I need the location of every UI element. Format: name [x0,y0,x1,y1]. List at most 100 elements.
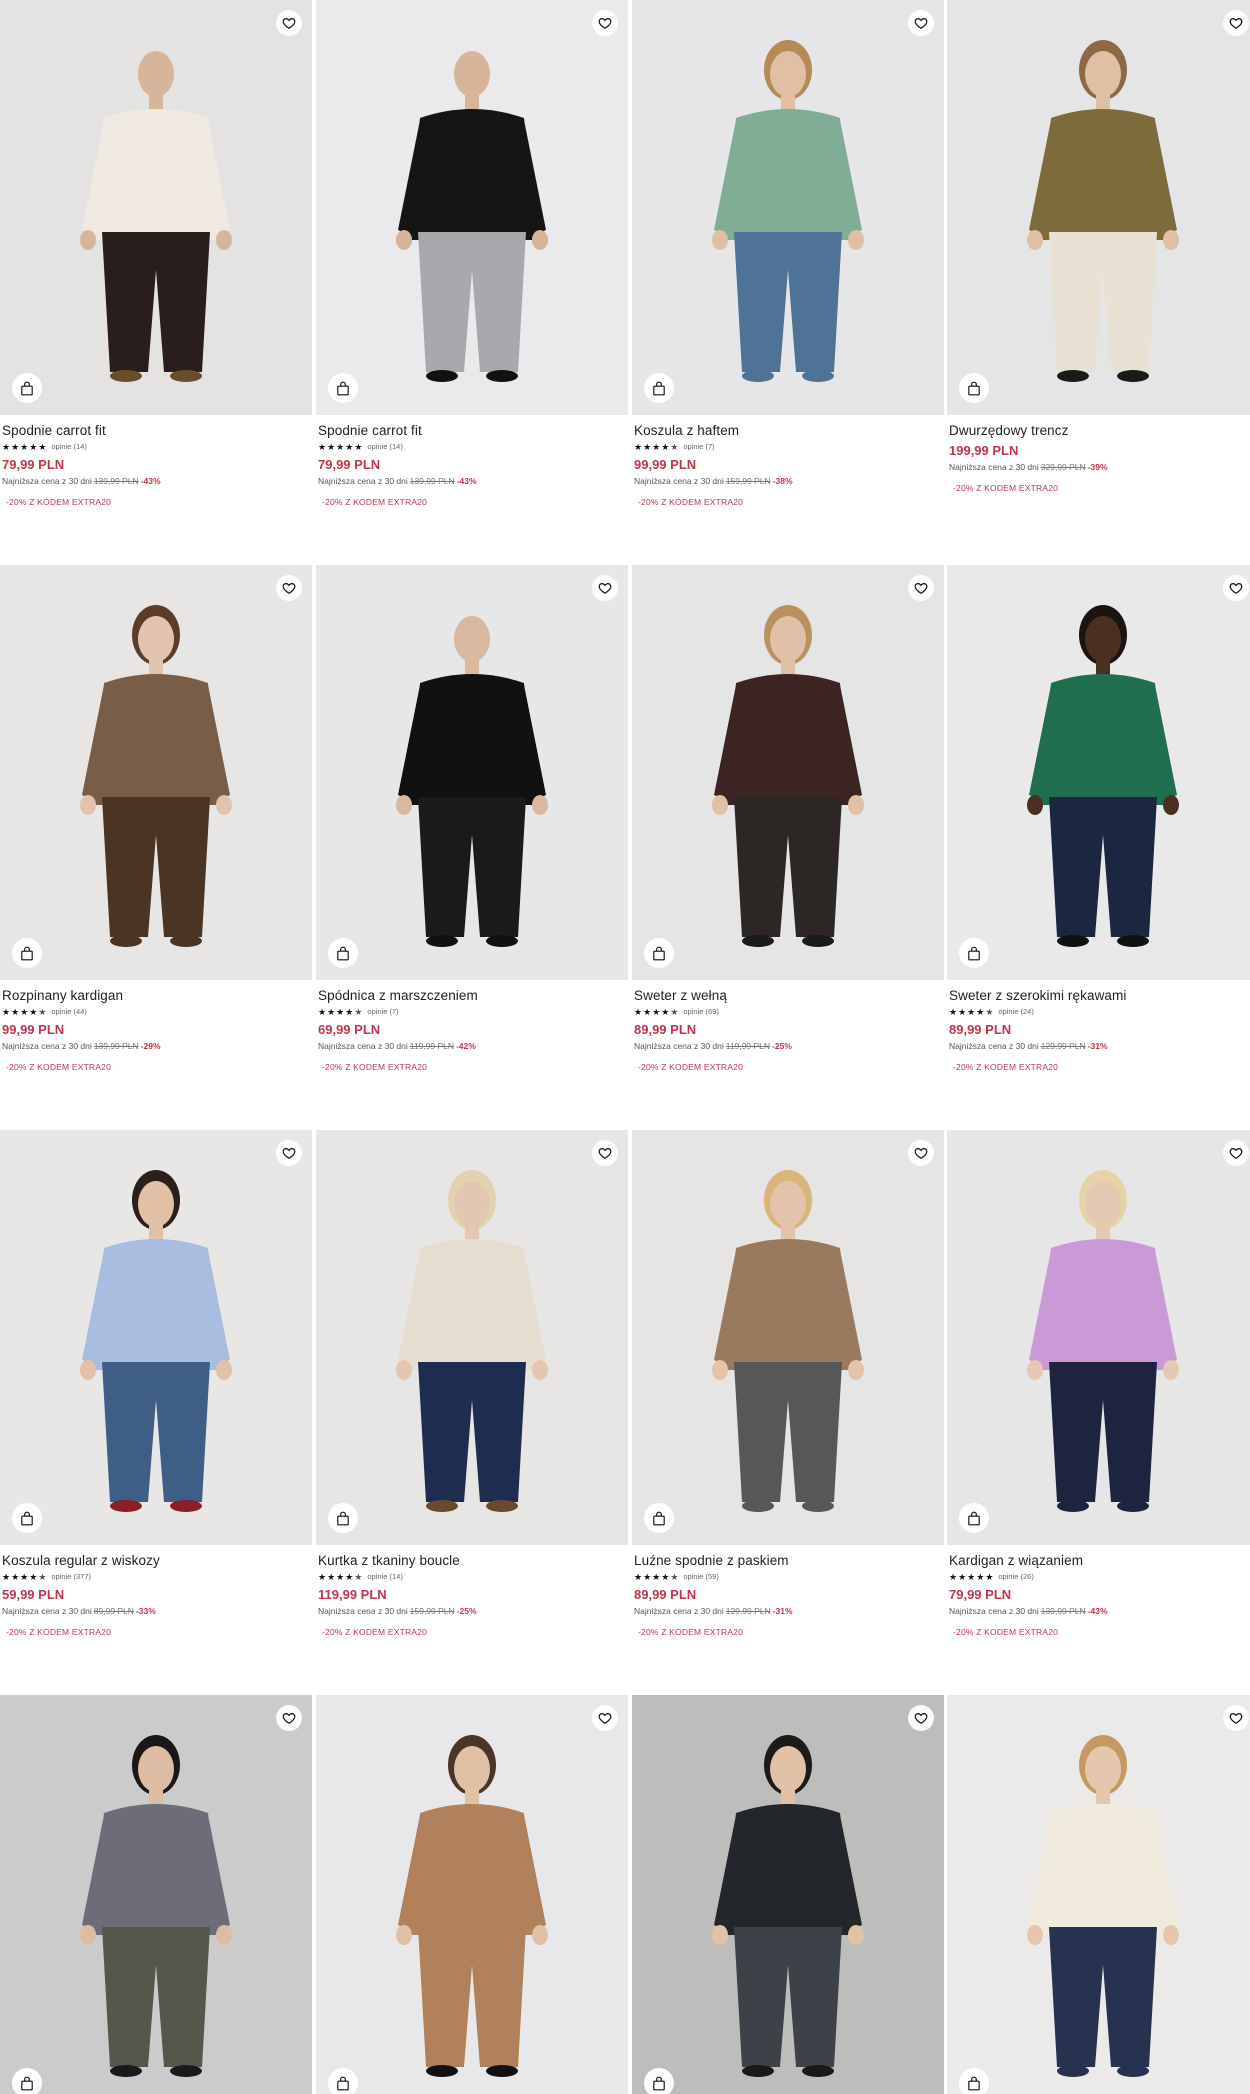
add-to-bag-icon[interactable] [12,2068,42,2094]
product-info: Koszula regular z wiskozy ★ ★ ★ ★ ★ opinie (37… [0,1545,312,1638]
wishlist-heart-icon[interactable] [276,575,302,601]
review-count[interactable]: opinie (44) [51,1007,86,1016]
wishlist-heart-icon[interactable] [1223,1705,1249,1731]
review-count[interactable]: opinie (24) [998,1007,1033,1016]
wishlist-heart-icon[interactable] [1223,10,1249,36]
review-count[interactable]: opinie (7) [683,442,714,451]
wishlist-heart-icon[interactable] [1223,575,1249,601]
wishlist-heart-icon[interactable] [908,1705,934,1731]
product-title[interactable]: Spodnie carrot fit [2,422,312,439]
old-price: 139,99 PLN [93,1041,139,1051]
product-card[interactable] [316,1695,628,2094]
add-to-bag-icon[interactable] [12,373,42,403]
add-to-bag-icon[interactable] [12,1503,42,1533]
product-card[interactable]: Sweter z szerokimi rękawami ★ ★ ★ ★ ★ opinie (… [947,565,1250,1073]
add-to-bag-icon[interactable] [959,938,989,968]
wishlist-heart-icon[interactable] [592,1705,618,1731]
add-to-bag-icon[interactable] [644,373,674,403]
promo-code-text: -20% Z KODEM EXTRA20 [953,1062,1059,1072]
product-card[interactable]: Kurtka z tkaniny boucle ★ ★ ★ ★ ★ opinie (14) 1… [316,1130,628,1638]
product-image[interactable] [632,565,944,980]
product-image[interactable] [947,565,1250,980]
review-count[interactable]: opinie (69) [683,1007,718,1016]
product-title[interactable]: Rozpinany kardigan [2,987,312,1004]
old-price: 159,99 PLN [409,1606,455,1616]
product-image[interactable] [316,1695,628,2094]
add-to-bag-icon[interactable] [959,1503,989,1533]
add-to-bag-icon[interactable] [328,1503,358,1533]
product-card[interactable]: Rozpinany kardigan ★ ★ ★ ★ ★ opinie (44) 99,99 … [0,565,312,1073]
product-title[interactable]: Koszula z haftem [634,422,944,439]
review-count[interactable]: opinie (14) [367,1572,402,1581]
product-title[interactable]: Spódnica z marszczeniem [318,987,628,1004]
product-image[interactable] [316,0,628,415]
product-image[interactable] [316,565,628,980]
product-image[interactable] [0,1695,312,2094]
wishlist-heart-icon[interactable] [592,1140,618,1166]
product-card[interactable]: Dwurzędowy trencz 199,99 PLN Najniższa cen… [947,0,1250,494]
review-count[interactable]: opinie (377) [51,1572,91,1581]
review-count[interactable]: opinie (14) [367,442,402,451]
product-title[interactable]: Sweter z wełną [634,987,944,1004]
wishlist-heart-icon[interactable] [276,1140,302,1166]
product-card[interactable]: Spódnica z marszczeniem ★ ★ ★ ★ ★ opinie (7) 69… [316,565,628,1073]
product-image[interactable] [0,0,312,415]
product-card[interactable]: Kardigan z wiązaniem ★ ★ ★ ★ ★ opinie (26) 79,9… [947,1130,1250,1638]
product-image[interactable] [632,1130,944,1545]
product-card[interactable]: Sweter z wełną ★ ★ ★ ★ ★ opinie (69) 89,99 PLN N… [632,565,944,1073]
product-image[interactable] [947,0,1250,415]
wishlist-heart-icon[interactable] [276,1705,302,1731]
product-image[interactable] [947,1130,1250,1545]
product-title[interactable]: Sweter z szerokimi rękawami [949,987,1250,1004]
product-card[interactable] [0,1695,312,2094]
product-title[interactable]: Koszula regular z wiskozy [2,1552,312,1569]
add-to-bag-icon[interactable] [328,938,358,968]
product-title[interactable]: Luźne spodnie z paskiem [634,1552,944,1569]
product-rating: ★ ★ ★ ★ ★ opinie (14) [318,1570,628,1583]
add-to-bag-icon[interactable] [644,2068,674,2094]
promo-code-text: -20% Z KODEM EXTRA20 [953,483,1059,493]
product-price: 79,99 PLN [949,1587,1012,1602]
add-to-bag-icon[interactable] [644,1503,674,1533]
lowest-price-label: Najniższa cena z 30 dni [634,476,724,486]
product-card[interactable]: Spodnie carrot fit ★ ★ ★ ★ ★ opinie (14) 79,99 … [316,0,628,508]
review-count[interactable]: opinie (7) [367,1007,398,1016]
wishlist-heart-icon[interactable] [276,10,302,36]
promo-code-text: -20% Z KODEM EXTRA20 [638,497,744,507]
review-count[interactable]: opinie (14) [51,442,86,451]
rating-stars: ★ ★ ★ ★ ★ [634,1572,678,1582]
wishlist-heart-icon[interactable] [1223,1140,1249,1166]
product-title[interactable]: Dwurzędowy trencz [949,422,1250,439]
product-title[interactable]: Kardigan z wiązaniem [949,1552,1250,1569]
star-icon: ★ [29,1571,38,1582]
product-title[interactable]: Kurtka z tkaniny boucle [318,1552,628,1569]
product-card[interactable]: Koszula z haftem ★ ★ ★ ★ ★ opinie (7) 99,99 PLN… [632,0,944,508]
product-image[interactable] [0,565,312,980]
product-image[interactable] [947,1695,1250,2094]
product-card[interactable]: Koszula regular z wiskozy ★ ★ ★ ★ ★ opinie (37… [0,1130,312,1638]
add-to-bag-icon[interactable] [959,2068,989,2094]
product-card[interactable] [947,1695,1250,2094]
wishlist-heart-icon[interactable] [908,10,934,36]
wishlist-heart-icon[interactable] [908,575,934,601]
product-card[interactable]: Luźne spodnie z paskiem ★ ★ ★ ★ ★ opinie (59) 8… [632,1130,944,1638]
add-to-bag-icon[interactable] [644,938,674,968]
promo-code-text: -20% Z KODEM EXTRA20 [6,497,112,507]
add-to-bag-icon[interactable] [12,938,42,968]
product-image[interactable] [632,1695,944,2094]
add-to-bag-icon[interactable] [328,2068,358,2094]
wishlist-heart-icon[interactable] [592,575,618,601]
star-icon: ★ [670,1006,679,1017]
product-image[interactable] [0,1130,312,1545]
product-title[interactable]: Spodnie carrot fit [318,422,628,439]
add-to-bag-icon[interactable] [959,373,989,403]
wishlist-heart-icon[interactable] [592,10,618,36]
product-card[interactable] [632,1695,944,2094]
add-to-bag-icon[interactable] [328,373,358,403]
product-card[interactable]: Spodnie carrot fit ★ ★ ★ ★ ★ opinie (14) 79,99 … [0,0,312,508]
wishlist-heart-icon[interactable] [908,1140,934,1166]
product-image[interactable] [632,0,944,415]
review-count[interactable]: opinie (59) [683,1572,718,1581]
product-image[interactable] [316,1130,628,1545]
review-count[interactable]: opinie (26) [998,1572,1033,1581]
